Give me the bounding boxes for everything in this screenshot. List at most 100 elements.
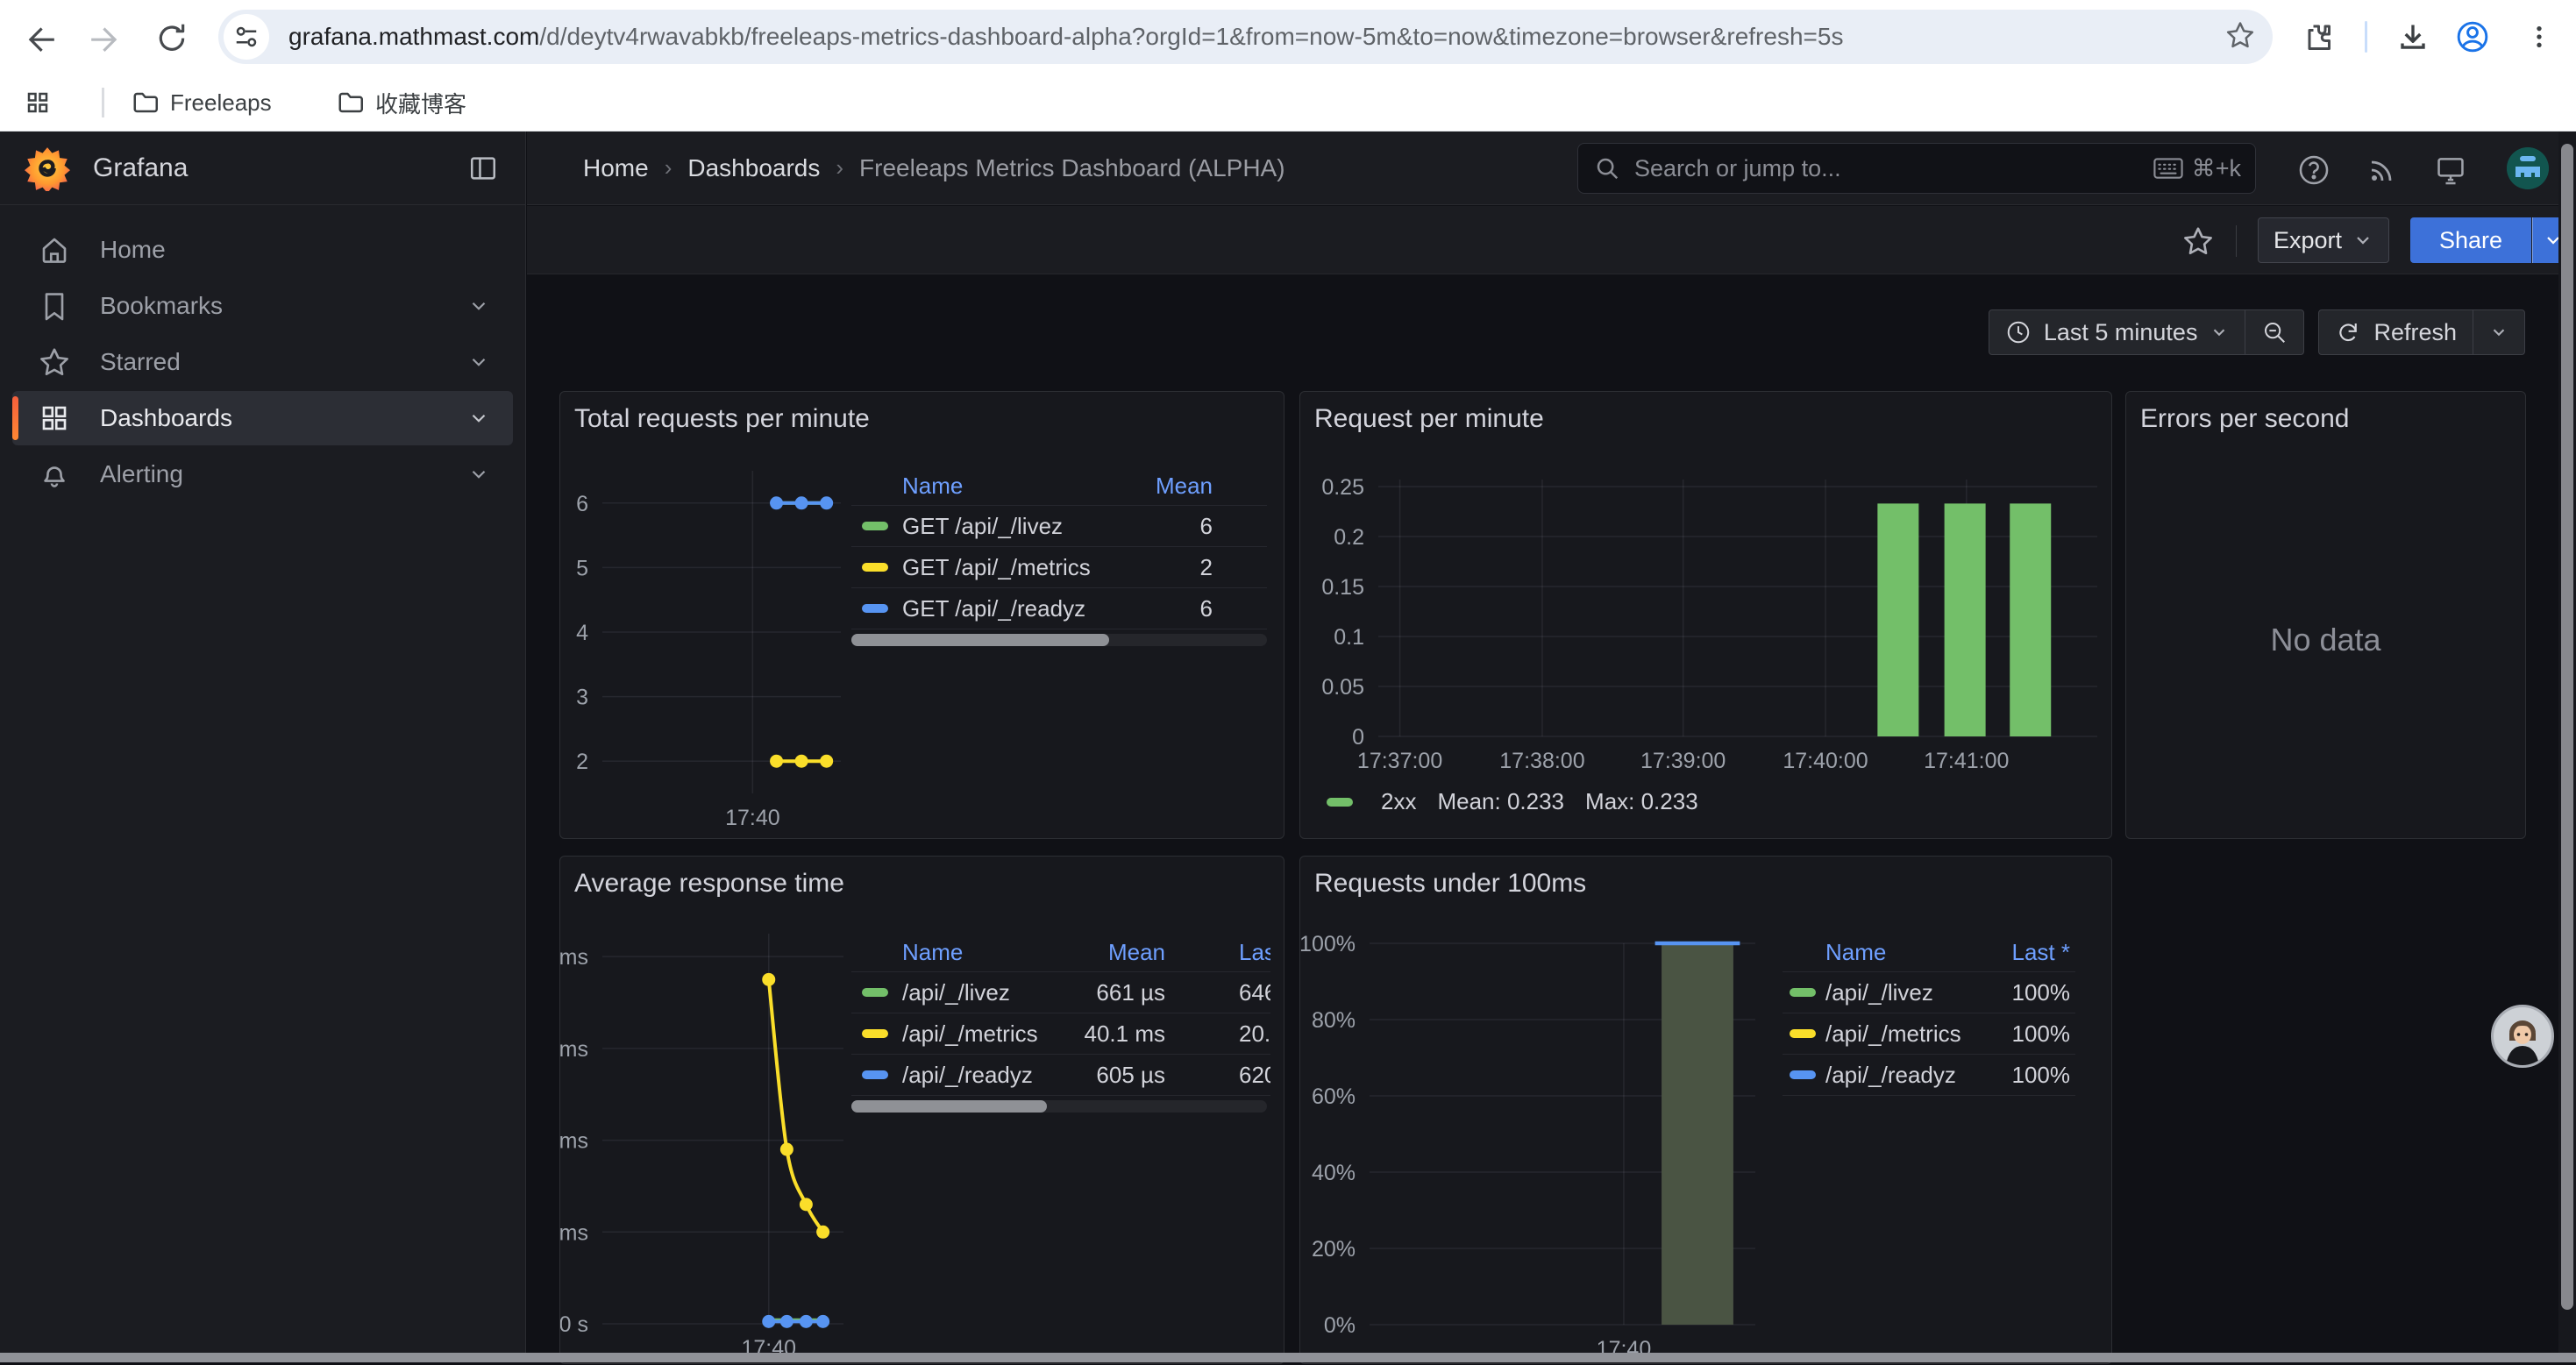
legend-row[interactable]: /api/_/readyz605 µs620 xyxy=(851,1055,1270,1096)
series-color-dash xyxy=(1790,1070,1816,1079)
help-button[interactable] xyxy=(2295,151,2333,189)
extensions-button[interactable] xyxy=(2295,14,2340,60)
site-settings-button[interactable] xyxy=(224,14,269,60)
svg-text:20 ms: 20 ms xyxy=(560,1220,588,1245)
bookmarks-divider xyxy=(102,88,104,117)
page-scrollbar-vertical[interactable] xyxy=(2558,132,2576,1354)
scrollbar-thumb[interactable] xyxy=(851,1100,1047,1113)
panel-title[interactable]: Errors per second xyxy=(2140,404,2349,434)
time-range-picker[interactable]: Last 5 minutes xyxy=(1989,310,2245,354)
legend[interactable]: 2xx Mean: 0.233 Max: 0.233 xyxy=(1327,788,1698,815)
legend-column-header[interactable]: Name xyxy=(902,939,1060,966)
search-shortcut: ⌘+k xyxy=(2153,155,2241,182)
breadcrumb-dashboards[interactable]: Dashboards xyxy=(687,154,820,182)
sidebar-item-bookmarks[interactable]: Bookmarks xyxy=(12,279,513,333)
browser-menu-button[interactable] xyxy=(2516,14,2562,60)
avatar-image xyxy=(2507,147,2549,189)
legend-row[interactable]: /api/_/readyz100% xyxy=(1783,1055,2075,1096)
url-bar[interactable]: grafana.mathmast.com/d/deytv4rwavabkb/fr… xyxy=(218,10,2273,64)
page-scrollbar-horizontal[interactable] xyxy=(0,1353,2576,1362)
svg-text:17:40:00: 17:40:00 xyxy=(1783,749,1868,773)
panel-request-per-minute: Request per minute 0.250.20.150.10.05017… xyxy=(1299,391,2112,839)
scrollbar-thumb[interactable] xyxy=(851,634,1109,646)
chevron-down-icon[interactable] xyxy=(467,351,490,373)
chevron-down-icon[interactable] xyxy=(467,295,490,317)
sidebar-collapse-button[interactable] xyxy=(466,151,501,186)
grafana-logo[interactable] xyxy=(25,146,70,191)
user-avatar[interactable] xyxy=(2507,147,2549,189)
url-text: grafana.mathmast.com/d/deytv4rwavabkb/fr… xyxy=(288,23,2225,51)
zoom-out-button[interactable] xyxy=(2245,310,2303,354)
bookmark-folder-blogs[interactable]: 收藏博客 xyxy=(324,82,479,123)
sidebar-item-label: Bookmarks xyxy=(100,292,467,320)
search-input[interactable]: Search or jump to... ⌘+k xyxy=(1577,143,2256,194)
favorite-star-button[interactable] xyxy=(2182,225,2214,257)
bookmark-label: Freeleaps xyxy=(170,89,272,117)
news-button[interactable] xyxy=(2363,151,2402,189)
refresh-group: Refresh xyxy=(2318,309,2525,355)
legend-column-header[interactable]: Last * xyxy=(1974,939,2070,966)
legend-row[interactable]: /api/_/livez661 µs646 xyxy=(851,972,1270,1013)
dashboard-canvas: Last 5 minutes Refresh xyxy=(527,275,2576,1362)
legend-column-header[interactable]: Mean xyxy=(1107,473,1213,500)
legend-row[interactable]: GET /api/_/livez6 xyxy=(851,506,1267,547)
bookmark-folder-freeleaps[interactable]: Freeleaps xyxy=(119,82,284,123)
sidebar: Grafana Home Bookmarks Starred D xyxy=(0,132,526,1362)
browser-forward-button[interactable] xyxy=(81,12,130,61)
bell-icon xyxy=(39,459,70,490)
apps-shortcut-button[interactable] xyxy=(12,82,63,123)
browser-back-button[interactable] xyxy=(16,12,65,61)
profile-button[interactable] xyxy=(2450,14,2495,60)
refresh-interval-button[interactable] xyxy=(2473,310,2524,354)
clock-icon xyxy=(2005,319,2032,345)
breadcrumb-home[interactable]: Home xyxy=(583,154,649,182)
legend-row[interactable]: /api/_/metrics100% xyxy=(1783,1013,2075,1055)
legend-row[interactable]: /api/_/metrics40.1 ms20.5 r xyxy=(851,1013,1270,1055)
legend-cell: GET /api/_/readyz xyxy=(902,595,1107,622)
puzzle-icon xyxy=(2302,21,2333,53)
kiosk-mode-button[interactable] xyxy=(2431,151,2470,189)
svg-text:17:41:00: 17:41:00 xyxy=(1924,749,2009,773)
svg-text:40 ms: 40 ms xyxy=(560,1129,588,1154)
svg-text:4: 4 xyxy=(576,621,588,645)
legend-cell: /api/_/metrics xyxy=(902,1020,1060,1048)
export-button[interactable]: Export xyxy=(2258,217,2389,263)
browser-refresh-button[interactable] xyxy=(147,12,196,61)
bookmark-star-button[interactable] xyxy=(2225,20,2255,54)
sidebar-item-alerting[interactable]: Alerting xyxy=(12,447,513,501)
sidebar-item-dashboards[interactable]: Dashboards xyxy=(12,391,513,445)
svg-text:0 s: 0 s xyxy=(560,1312,588,1337)
svg-text:17:40: 17:40 xyxy=(725,806,780,830)
legend-column-header[interactable]: Las xyxy=(1239,939,1270,966)
scrollbar-thumb[interactable] xyxy=(2561,144,2573,1310)
legend-cell: /api/_/livez xyxy=(1825,979,1974,1006)
downloads-button[interactable] xyxy=(2390,14,2436,60)
bar-chart: 100%80%60%40%20%0%17:40 xyxy=(1300,857,2113,1365)
legend-row[interactable]: GET /api/_/metrics2 xyxy=(851,547,1267,588)
legend-cell: 100% xyxy=(1974,1020,2070,1048)
avatar-image xyxy=(2494,1007,2551,1065)
floating-assistant-avatar[interactable] xyxy=(2491,1005,2554,1068)
share-button[interactable]: Share xyxy=(2410,217,2531,263)
refresh-button[interactable]: Refresh xyxy=(2319,310,2473,354)
svg-text:17:39:00: 17:39:00 xyxy=(1640,749,1726,773)
chevron-down-icon[interactable] xyxy=(467,463,490,486)
legend-scrollbar[interactable] xyxy=(851,634,1267,646)
legend-row[interactable]: /api/_/livez100% xyxy=(1783,972,2075,1013)
legend-column-header[interactable]: Name xyxy=(1825,939,1974,966)
panel-total-requests-per-minute: Total requests per minute 6543217:40 Nam… xyxy=(559,391,1284,839)
legend-column-header[interactable]: Mean xyxy=(1060,939,1165,966)
legend-row[interactable]: GET /api/_/readyz6 xyxy=(851,588,1267,629)
chevron-down-icon[interactable] xyxy=(467,407,490,430)
bookmark-icon xyxy=(39,290,70,322)
series-color-dash xyxy=(862,522,888,530)
kebab-menu-icon xyxy=(2525,23,2553,51)
legend-table: NameMean Las/api/_/livez661 µs646/api/_/m… xyxy=(851,934,1270,1096)
legend-scrollbar[interactable] xyxy=(851,1100,1267,1113)
legend-cell: 6 xyxy=(1107,595,1213,622)
legend-column-header[interactable]: Name xyxy=(902,473,1107,500)
legend-cell: GET /api/_/metrics xyxy=(902,554,1107,581)
sidebar-item-starred[interactable]: Starred xyxy=(12,335,513,389)
sidebar-item-home[interactable]: Home xyxy=(12,223,513,277)
time-range-group: Last 5 minutes xyxy=(1989,309,2305,355)
